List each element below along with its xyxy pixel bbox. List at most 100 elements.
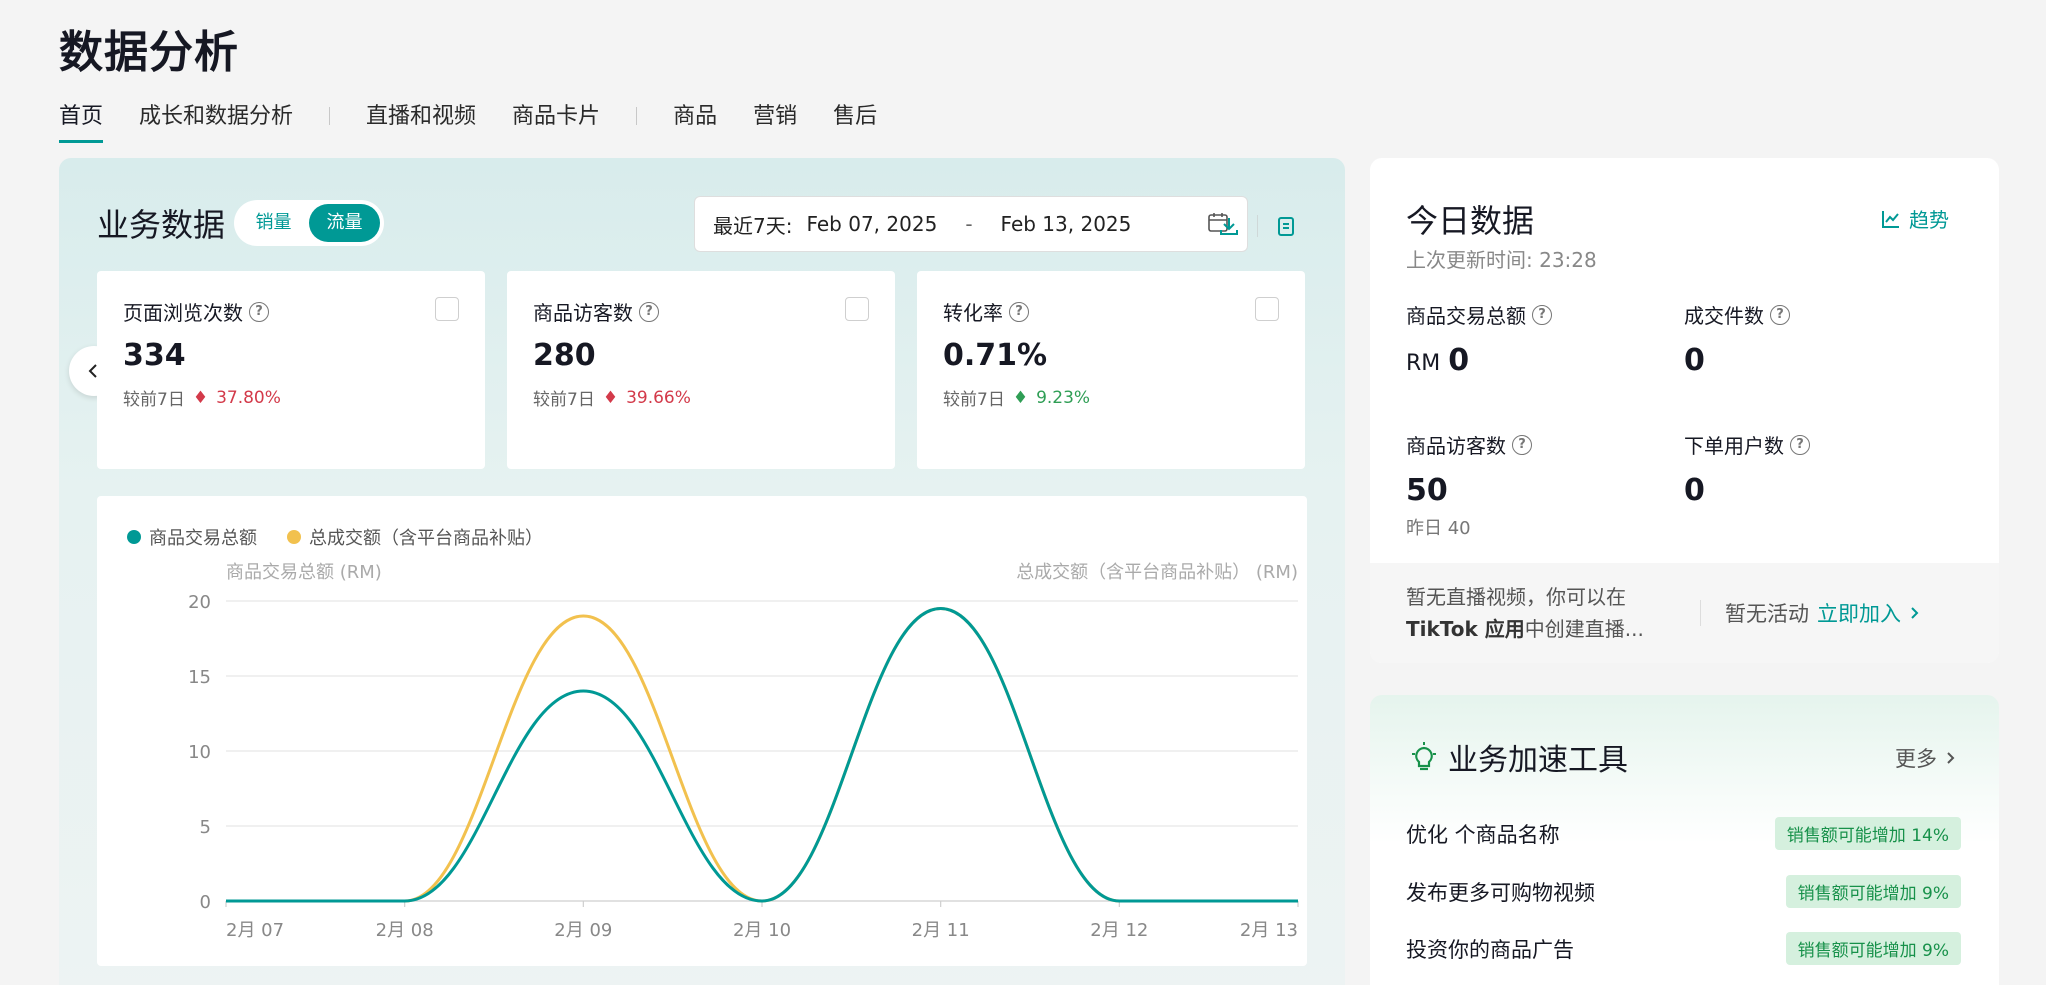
chevron-right-icon — [1947, 752, 1955, 764]
toggle-sales[interactable]: 销量 — [238, 204, 309, 242]
kpi-orders: 成交件数? 0 — [1684, 300, 1790, 378]
tool-item[interactable]: 投资你的商品广告 销售额可能增加 9% — [1406, 932, 1961, 965]
y-tick-label: 10 — [188, 742, 211, 763]
help-icon[interactable]: ? — [639, 301, 659, 322]
trend-chart-icon — [1882, 210, 1899, 228]
sales-traffic-toggle: 销量 流量 — [234, 200, 384, 246]
tools-title: 业务加速工具 — [1410, 735, 1628, 779]
tab-products[interactable]: 商品 — [673, 98, 717, 143]
metric-compare-label: 较前7日 — [533, 390, 595, 410]
report-icon[interactable] — [1266, 206, 1306, 246]
metric-checkbox[interactable] — [1255, 297, 1279, 321]
no-activity-text: 暂无活动 — [1725, 602, 1809, 626]
metric-change: 37.80% — [216, 387, 281, 408]
top-nav: 首页 成长和数据分析 直播和视频 商品卡片 商品 营销 售后 — [59, 98, 913, 143]
trend-chart-card: 商品交易总额 总成交额（含平台商品补贴） 商品交易总额 (RM) 总成交额（含平台… — [97, 496, 1307, 966]
kpi-name: 下单用户数 — [1684, 434, 1784, 458]
y-axis-label-left: 商品交易总额 (RM) — [226, 562, 382, 583]
help-icon[interactable]: ? — [249, 301, 269, 322]
x-tick-label: 2月 13 — [1240, 920, 1298, 941]
trend-button[interactable]: 趋势 — [1881, 204, 1949, 233]
download-icon[interactable] — [1209, 206, 1249, 246]
kpi-value: 0 — [1684, 343, 1705, 378]
help-icon[interactable]: ? — [1532, 304, 1552, 325]
tab-home[interactable]: 首页 — [59, 98, 104, 143]
tab-marketing[interactable]: 营销 — [753, 98, 797, 143]
kpi-name: 商品访客数 — [1406, 434, 1506, 458]
today-title: 今日数据 — [1406, 202, 1535, 240]
y-tick-label: 0 — [200, 892, 211, 913]
metric-value: 0.71% — [943, 338, 1048, 373]
last-updated: 上次更新时间: 23:28 — [1406, 244, 1597, 273]
tool-label: 投资你的商品广告 — [1406, 937, 1574, 962]
help-icon[interactable]: ? — [1770, 304, 1790, 325]
more-button[interactable]: 更多 — [1895, 743, 1957, 773]
metric-card-conversion-rate[interactable]: 转化率? 0.71% 较前7日 ♦ 9.23% — [917, 271, 1305, 469]
x-tick-label: 2月 11 — [912, 920, 970, 941]
series-line-1 — [226, 606, 1298, 903]
help-icon[interactable]: ? — [1512, 434, 1532, 455]
business-data-title: 业务数据 — [97, 206, 226, 244]
help-icon[interactable]: ? — [1009, 301, 1029, 322]
nav-divider — [636, 106, 638, 125]
toggle-traffic[interactable]: 流量 — [309, 204, 380, 242]
arrow-down-icon: ♦ — [602, 387, 619, 408]
kpi-currency: RM — [1406, 351, 1441, 376]
metric-checkbox[interactable] — [845, 297, 869, 321]
trend-label: 趋势 — [1909, 208, 1949, 232]
live-empty-line2: 中创建直播... — [1524, 617, 1644, 641]
kpi-buyers: 下单用户数? 0 — [1684, 430, 1810, 508]
help-icon[interactable]: ? — [1790, 434, 1810, 455]
series-line-0 — [226, 606, 1298, 903]
more-label: 更多 — [1895, 747, 1937, 771]
metric-card-product-visitors[interactable]: 商品访客数? 280 较前7日 ♦ 39.66% — [507, 271, 895, 469]
metric-value: 280 — [533, 338, 596, 373]
line-chart: 商品交易总额 (RM)总成交额（含平台商品补贴） (RM)00551010151… — [188, 562, 1299, 941]
join-now-link[interactable]: 立即加入 — [1817, 598, 1901, 628]
metric-checkbox[interactable] — [435, 297, 459, 321]
date-range-picker[interactable]: 最近7天: Feb 07, 2025 - Feb 13, 2025 — [694, 196, 1248, 252]
tools-title-text: 业务加速工具 — [1448, 743, 1628, 778]
chevron-right-icon[interactable] — [1909, 606, 1921, 620]
tab-growth-analytics[interactable]: 成长和数据分析 — [139, 98, 293, 143]
today-data-panel: 今日数据 趋势 上次更新时间: 23:28 商品交易总额? RM 0 成交件数? … — [1370, 158, 1999, 663]
date-separator: - — [965, 212, 973, 236]
metric-compare-label: 较前7日 — [123, 390, 185, 410]
date-range-label: 最近7天: — [713, 213, 793, 238]
kpi-yesterday: 昨日 40 — [1406, 518, 1471, 539]
metric-compare-label: 较前7日 — [943, 390, 1005, 410]
y-tick-label: 20 — [188, 592, 211, 613]
nav-divider — [329, 106, 331, 125]
tool-label: 发布更多可购物视频 — [1406, 880, 1595, 905]
live-activity-strip: 暂无直播视频，你可以在 TikTok 应用中创建直播... 暂无活动 立即加入 — [1370, 563, 1999, 663]
panel-tools — [1209, 206, 1306, 246]
kpi-visitors: 商品访客数? 50 昨日 40 — [1406, 430, 1532, 540]
tool-label: 优化 个商品名称 — [1406, 822, 1560, 847]
live-empty-line1: 暂无直播视频，你可以在 — [1406, 585, 1626, 609]
tab-product-card[interactable]: 商品卡片 — [512, 98, 600, 143]
tool-divider — [1257, 215, 1258, 237]
metric-card-page-views[interactable]: 页面浏览次数? 334 较前7日 ♦ 37.80% — [97, 271, 485, 469]
metric-value: 334 — [123, 338, 186, 373]
y-axis-label-right: 总成交额（含平台商品补贴） (RM) — [1016, 562, 1298, 583]
kpi-gmv: 商品交易总额? RM 0 — [1406, 300, 1552, 378]
lightbulb-icon — [1412, 742, 1436, 771]
metric-name: 商品访客数 — [533, 301, 633, 325]
x-tick-label: 2月 10 — [733, 920, 791, 941]
tab-live-video[interactable]: 直播和视频 — [366, 98, 476, 143]
tab-after-sales[interactable]: 售后 — [833, 98, 877, 143]
live-empty-message: 暂无直播视频，你可以在 TikTok 应用中创建直播... — [1406, 581, 1676, 645]
x-tick-label: 2月 07 — [226, 920, 284, 941]
kpi-value: 0 — [1684, 473, 1705, 508]
x-tick-label: 2月 09 — [554, 920, 612, 941]
tool-item[interactable]: 优化 个商品名称 销售额可能增加 14% — [1406, 817, 1961, 850]
metric-name: 页面浏览次数 — [123, 301, 243, 325]
x-tick-label: 2月 08 — [376, 920, 434, 941]
x-tick-label: 2月 12 — [1090, 920, 1148, 941]
tool-badge: 销售额可能增加 14% — [1774, 817, 1961, 850]
tiktok-app-text: TikTok 应用 — [1406, 617, 1525, 641]
strip-divider — [1700, 600, 1701, 626]
y-tick-label: 5 — [200, 817, 211, 838]
business-tools-panel: 业务加速工具 更多 优化 个商品名称 销售额可能增加 14% 发布更多可购物视频… — [1370, 695, 1999, 985]
tool-item[interactable]: 发布更多可购物视频 销售额可能增加 9% — [1406, 875, 1961, 908]
